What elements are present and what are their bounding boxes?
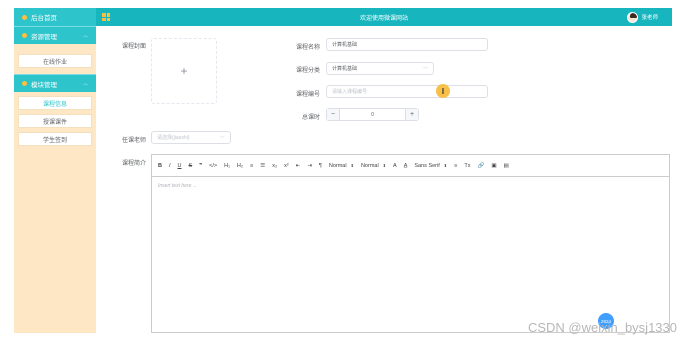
sidebar-item-course-info[interactable]: 课程信息 [18,96,92,110]
chevron-down-icon: ﹀ [219,136,225,142]
menu-icon [22,81,27,86]
sidebar-group-label: 模块管理 [31,81,57,89]
bold-button[interactable]: B [158,163,162,169]
rich-text-editor: B I U S ❞ </> H₁ H₂ ≡ ☰ x₂ x² ⇤ ⇥ ¶ Norm… [151,154,670,333]
chevron-down-icon: ﹀ [422,67,428,73]
course-code-label: 课程编号 [295,92,320,98]
sidebar-group-resource[interactable]: 资源管理 ︿ [14,26,96,44]
decrease-button[interactable]: − [327,109,340,120]
cover-label: 课程封面 [121,44,146,50]
total-hours-label: 总课时 [301,115,320,121]
username: 张老师 [641,15,658,21]
course-code-input[interactable]: 请输入课程编号 [326,85,488,98]
topbar: 欢迎使用微课网站 张老师 [96,8,672,26]
page-title: 欢迎使用微课网站 [359,15,408,22]
strike-button[interactable]: S [189,163,193,169]
code-button[interactable]: </> [209,163,217,169]
underline-button[interactable]: U [178,163,182,169]
ordered-list-button[interactable]: ≡ [250,163,253,169]
chevron-down-icon: ⬍ [350,163,354,168]
chevron-down-icon: ⬍ [443,163,448,168]
subscript-button[interactable]: x₂ [272,163,277,169]
course-category-label: 课程分类 [295,68,320,74]
superscript-button[interactable]: x² [284,163,289,169]
font-select[interactable]: Sans Serif ⬍ [414,163,447,169]
outdent-button[interactable]: ⇤ [296,163,301,169]
image-icon[interactable]: ▣ [491,163,496,169]
increase-button[interactable]: + [405,109,418,120]
header-select-value: Normal [360,162,379,169]
clear-format-button[interactable]: Tx [464,163,470,169]
h1-button[interactable]: H₁ [224,163,230,169]
menu-icon [22,33,27,38]
plus-icon: + [180,64,188,78]
size-select[interactable]: Normal ⬍ [329,163,354,169]
teacher-select[interactable]: 请选择(jiaoshi) ﹀ [151,131,231,144]
teacher-placeholder: 请选择(jiaoshi) [157,135,190,141]
course-name-input[interactable]: 计算机基础 [326,38,488,51]
sidebar-item-homework[interactable]: 在线作业 [18,54,92,68]
indent-button[interactable]: ⇥ [307,163,312,169]
course-category-value: 计算机基础 [332,66,358,72]
italic-button[interactable]: I [169,163,171,169]
total-hours-stepper[interactable]: − 0 + [326,108,419,121]
background-color-button[interactable]: A̲ [404,163,408,169]
video-icon[interactable]: ▤ [504,163,509,169]
sidebar-group-label: 资源管理 [31,33,57,41]
chevron-up-icon: ︿ [82,81,88,87]
sidebar-home-label: 后台首页 [31,15,57,22]
cover-uploader[interactable]: + [151,38,217,104]
teacher-label: 任课老师 [121,138,146,144]
font-select-value: Sans Serif [414,162,440,169]
align-button[interactable]: ≡ [454,163,457,169]
avatar [627,11,639,23]
link-icon[interactable]: 🔗 [477,163,484,169]
course-category-select[interactable]: 计算机基础 ﹀ [326,62,434,75]
editor-toolbar: B I U S ❞ </> H₁ H₂ ≡ ☰ x₂ x² ⇤ ⇥ ¶ Norm… [152,155,669,177]
home-icon [22,14,27,20]
sidebar-group-module[interactable]: 模块管理 ︿ [14,74,96,92]
chevron-up-icon: ︿ [82,33,88,39]
h2-button[interactable]: H₂ [237,163,243,169]
direction-button[interactable]: ¶ [319,163,322,169]
watermark: CSDN @weixin_bysj1330 [527,320,677,335]
chevron-down-icon: ⬍ [382,163,387,168]
font-color-button[interactable]: A [393,163,397,169]
editor-content[interactable]: Insert text here ... [152,177,669,195]
course-name-label: 课程名称 [295,45,320,51]
header-select[interactable]: Normal ⬍ [361,163,386,169]
total-hours-value[interactable]: 0 [340,109,405,120]
bullet-list-button[interactable]: ☰ [260,163,265,169]
sidebar-home[interactable]: 后台首页 [14,8,96,26]
user-menu[interactable]: 张老师 [627,11,658,23]
size-select-value: Normal [328,162,347,169]
sidebar-item-sign-in[interactable]: 学生签到 [18,132,92,146]
sidebar-item-courseware[interactable]: 授课课件 [18,114,92,128]
intro-label: 课程简介 [121,161,146,167]
quote-button[interactable]: ❞ [199,163,202,169]
sidebar: 后台首页 资源管理 ︿ 在线作业 模块管理 ︿ 课程信息 授课课件 学生签到 [14,8,96,333]
text-cursor-icon: I [436,84,450,98]
